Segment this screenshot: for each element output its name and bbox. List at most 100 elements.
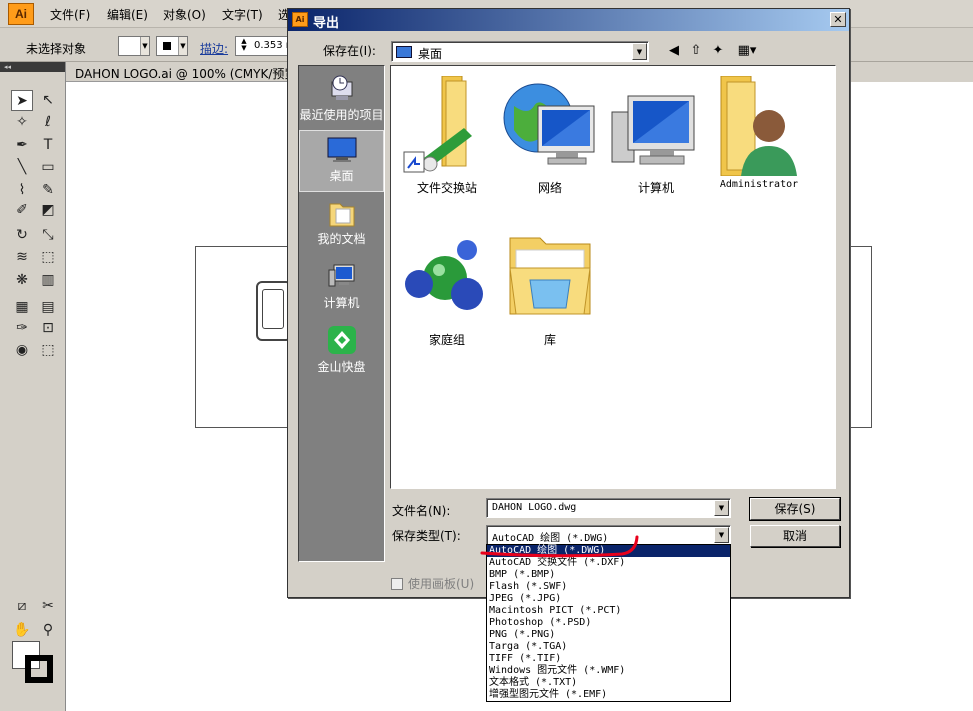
checkbox-icon[interactable]	[391, 578, 403, 590]
illustrator-icon: Ai	[292, 12, 308, 27]
filetype-option[interactable]: 增强型图元文件 (*.EMF)	[487, 689, 730, 701]
export-dialog: Ai 导出 ✕ 保存在(I): 桌面 ▼ ◀ ⇧ ✦ ▦▾ 最近使用的项目 桌面…	[287, 8, 850, 598]
filetype-option[interactable]: TIFF (*.TIF)	[487, 653, 730, 665]
document-tab[interactable]: DAHON LOGO.ai @ 100% (CMYK/预览)	[66, 62, 296, 82]
scale-tool-icon[interactable]: ⤡	[37, 225, 59, 246]
menu-file[interactable]: 文件(F)	[50, 6, 90, 23]
menu-type[interactable]: 文字(T)	[222, 6, 263, 23]
filetype-dropdown[interactable]: AutoCAD 绘图 (*.DWG) ▼	[486, 525, 731, 545]
menu-object[interactable]: 对象(O)	[163, 6, 206, 23]
use-artboard-checkbox[interactable]: 使用画板(U)	[391, 575, 474, 592]
toolbox-header[interactable]: ◂◂	[0, 62, 65, 72]
blob-brush-tool-icon[interactable]: ✐	[11, 200, 33, 221]
filetype-option[interactable]: AutoCAD 交换文件 (*.DXF)	[487, 557, 730, 569]
column-graph-tool-icon[interactable]: ▥	[37, 270, 59, 291]
rectangle-tool-icon[interactable]: ▭	[37, 157, 59, 178]
lasso-tool-icon[interactable]: ℓ	[37, 112, 59, 133]
homegroup-icon	[405, 240, 483, 310]
filetype-option[interactable]: Flash (*.SWF)	[487, 581, 730, 593]
paintbrush-tool-icon[interactable]: ⌇	[11, 180, 33, 201]
live-paint-bucket-tool-icon[interactable]: ◉	[11, 340, 33, 361]
file-item-network[interactable]: 网络	[500, 76, 600, 196]
place-computer[interactable]: 计算机	[299, 258, 384, 320]
filetype-options-list[interactable]: AutoCAD 绘图 (*.DWG) AutoCAD 交换文件 (*.DXF) BM…	[486, 544, 731, 702]
network-icon	[503, 83, 595, 165]
file-item-homegroup[interactable]: 家庭组	[397, 228, 497, 348]
desktop-icon	[327, 137, 356, 162]
filename-input[interactable]: DAHON LOGO.dwg ▼	[486, 498, 731, 518]
filetype-option[interactable]: Macintosh PICT (*.PCT)	[487, 605, 730, 617]
chevron-down-icon: ▼	[632, 43, 647, 60]
file-item-exchange[interactable]: 文件交换站	[397, 76, 497, 196]
line-tool-icon[interactable]: ╲	[11, 157, 33, 178]
documents-folder-icon	[329, 203, 354, 227]
place-recent[interactable]: 最近使用的项目	[299, 70, 384, 132]
slice-tool-icon[interactable]: ⧄	[11, 596, 33, 617]
pencil-tool-icon[interactable]: ✎	[37, 180, 59, 201]
direct-selection-tool-icon[interactable]: ↖	[37, 90, 59, 111]
stroke-weight-input[interactable]: ▲ ▼ 0.353 r	[235, 36, 293, 56]
places-bar: 最近使用的项目 桌面 我的文档 计算机 金山快盘	[298, 65, 385, 562]
back-icon[interactable]: ◀	[665, 42, 683, 60]
type-tool-icon[interactable]: T	[37, 135, 59, 156]
pen-tool-icon[interactable]: ✒	[11, 135, 33, 156]
save-in-label: 保存在(I):	[323, 44, 376, 58]
file-item-administrator[interactable]: Administrator	[709, 76, 809, 190]
file-list-area[interactable]: 文件交换站 网络 计算机 Administrator 家庭组 库	[390, 65, 836, 489]
view-menu-icon[interactable]: ▦▾	[735, 42, 759, 60]
place-kuaipan[interactable]: 金山快盘	[299, 322, 384, 384]
filetype-option[interactable]: AutoCAD 绘图 (*.DWG)	[487, 545, 730, 557]
dialog-titlebar[interactable]: Ai 导出 ✕	[288, 9, 849, 31]
free-transform-tool-icon[interactable]: ⬚	[37, 247, 59, 268]
eraser-tool-icon[interactable]: ◩	[37, 200, 59, 221]
file-item-computer[interactable]: 计算机	[606, 76, 706, 196]
stroke-label[interactable]: 描边:	[200, 40, 228, 57]
menu-edit[interactable]: 编辑(E)	[107, 6, 148, 23]
filetype-option[interactable]: BMP (*.BMP)	[487, 569, 730, 581]
file-item-library[interactable]: 库	[500, 228, 600, 348]
rotate-tool-icon[interactable]: ↻	[11, 225, 33, 246]
gradient-tool-icon[interactable]: ▤	[37, 297, 59, 318]
chevron-down-icon: ▼	[714, 527, 729, 543]
filetype-option[interactable]: JPEG (*.JPG)	[487, 593, 730, 605]
cancel-button[interactable]: 取消	[750, 525, 840, 547]
live-paint-selection-tool-icon[interactable]: ⬚	[37, 340, 59, 361]
recent-items-icon	[331, 75, 352, 100]
stroke-swatch-dropdown[interactable]: ▼	[156, 36, 188, 56]
selection-status: 未选择对象	[26, 42, 87, 56]
fill-swatch-dropdown[interactable]: ▼	[118, 36, 150, 56]
filetype-option[interactable]: 文本格式 (*.TXT)	[487, 677, 730, 689]
user-folder-icon	[720, 76, 797, 176]
place-documents[interactable]: 我的文档	[299, 194, 384, 256]
kuaipan-icon	[327, 326, 356, 354]
magic-wand-tool-icon[interactable]: ✧	[11, 112, 33, 133]
filetype-option[interactable]: Photoshop (*.PSD)	[487, 617, 730, 629]
new-folder-icon[interactable]: ✦	[709, 42, 727, 60]
filetype-option[interactable]: PNG (*.PNG)	[487, 629, 730, 641]
blend-tool-icon[interactable]: ⊡	[37, 318, 59, 339]
close-button[interactable]: ✕	[830, 12, 846, 27]
eyedropper-tool-icon[interactable]: ✑	[11, 318, 33, 339]
up-folder-icon[interactable]: ⇧	[687, 42, 705, 60]
place-desktop[interactable]: 桌面	[299, 130, 384, 192]
mesh-tool-icon[interactable]: ▦	[11, 297, 33, 318]
dialog-title: 导出	[313, 16, 340, 31]
save-in-dropdown[interactable]: 桌面 ▼	[391, 41, 649, 62]
symbol-sprayer-tool-icon[interactable]: ❋	[11, 270, 33, 291]
hand-tool-icon[interactable]: ✋	[11, 620, 33, 641]
filetype-option[interactable]: Windows 图元文件 (*.WMF)	[487, 665, 730, 677]
chevron-down-icon: ▼	[714, 500, 729, 516]
warp-tool-icon[interactable]: ≋	[11, 247, 33, 268]
chevron-down-icon: ▼	[140, 37, 149, 55]
save-button[interactable]: 保存(S)	[749, 497, 841, 521]
spinner-icon[interactable]: ▲ ▼	[237, 38, 251, 54]
folder-shortcut-icon	[403, 76, 472, 173]
zoom-tool-icon[interactable]: ⚲	[37, 620, 59, 641]
filetype-option[interactable]: Targa (*.TGA)	[487, 641, 730, 653]
filetype-label: 保存类型(T):	[392, 529, 461, 543]
selection-tool-icon[interactable]: ➤	[11, 90, 33, 111]
computer-icon	[328, 264, 354, 287]
scissors-tool-icon[interactable]: ✂	[37, 596, 59, 617]
stroke-color-box[interactable]	[25, 655, 53, 683]
desktop-icon	[396, 46, 412, 58]
